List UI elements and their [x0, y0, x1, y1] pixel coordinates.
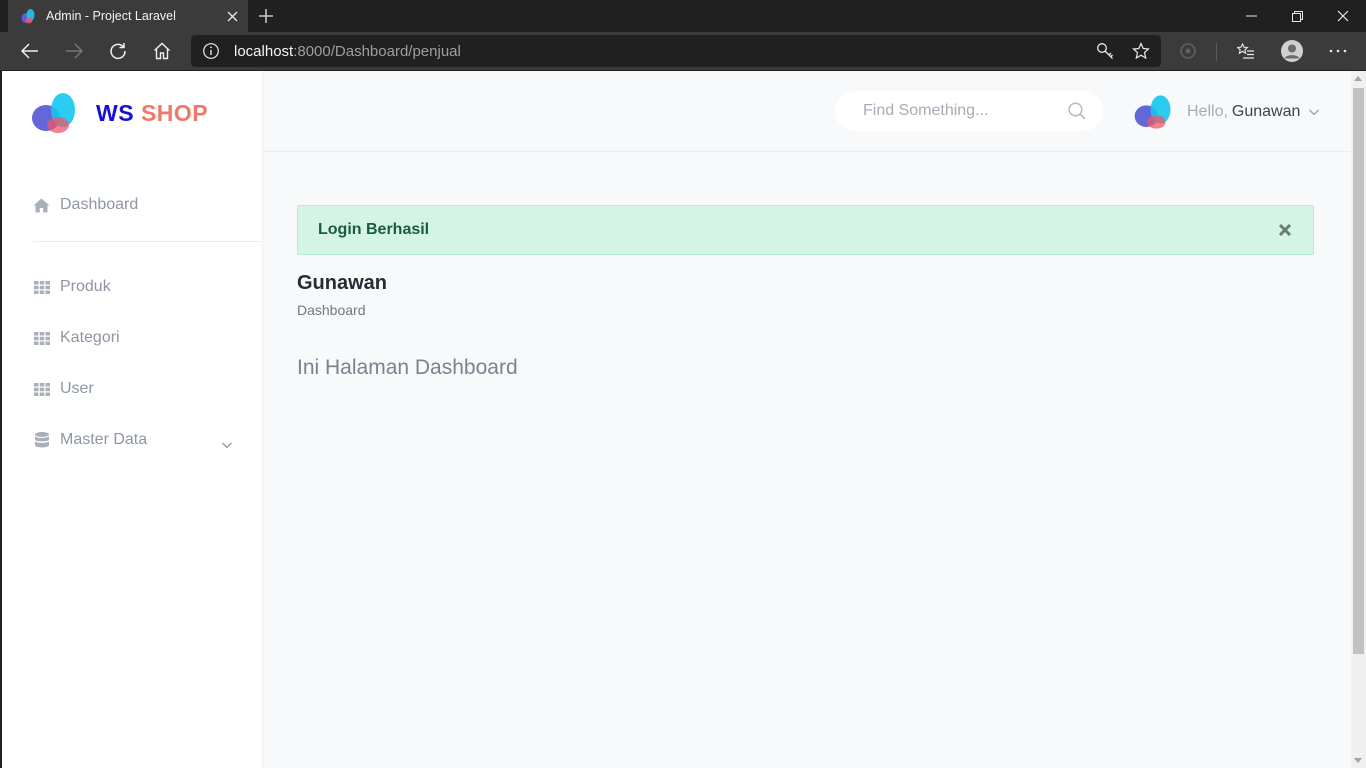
brand-logo[interactable]: WS SHOP: [30, 93, 208, 133]
home-icon: [33, 197, 50, 214]
scroll-up-arrow-icon[interactable]: [1354, 76, 1362, 81]
page-scrollbar[interactable]: [1351, 71, 1366, 768]
sidebar-divider: [33, 241, 261, 242]
butterfly-logo-icon: [32, 93, 75, 133]
search-input[interactable]: [863, 101, 1053, 121]
close-window-icon[interactable]: [1320, 0, 1366, 32]
grid-icon: [33, 330, 50, 347]
sidebar-item-label: Dashboard: [60, 196, 139, 213]
brand-name: WS SHOP: [96, 100, 208, 127]
page-title: Gunawan: [297, 272, 388, 294]
brand-shop: SHOP: [140, 99, 209, 126]
url-text[interactable]: localhost:8000/Dashboard/penjual: [234, 43, 461, 60]
close-tab-icon[interactable]: [224, 8, 240, 24]
brand-ws: WS: [96, 99, 135, 126]
more-options-icon[interactable]: [1322, 35, 1354, 67]
toolbar-separator: [1216, 43, 1217, 61]
url-path: :8000/Dashboard/penjual: [293, 43, 461, 60]
favorites-list-icon[interactable]: [1230, 35, 1262, 67]
browser-titlebar: Admin - Project Laravel: [0, 0, 1366, 32]
scroll-down-arrow-icon[interactable]: [1354, 758, 1362, 763]
sidebar-item-label: Produk: [60, 278, 111, 295]
grid-icon: [33, 381, 50, 398]
url-host: localhost: [234, 43, 294, 60]
info-icon[interactable]: [202, 42, 220, 60]
database-icon: [33, 432, 50, 449]
user-avatar: [1134, 95, 1171, 129]
tab-title: Admin - Project Laravel: [46, 9, 176, 23]
search-icon[interactable]: [1068, 102, 1086, 120]
extension-icon[interactable]: [1172, 35, 1204, 67]
sidebar-item-user[interactable]: User: [33, 380, 94, 398]
address-bar[interactable]: localhost:8000/Dashboard/penjual: [191, 35, 1161, 67]
scroll-thumb[interactable]: [1353, 88, 1364, 654]
back-arrow-icon[interactable]: [14, 35, 46, 67]
sidebar-item-dashboard[interactable]: Dashboard: [33, 196, 138, 214]
home-browser-icon[interactable]: [146, 35, 178, 67]
site-favicon-icon: [21, 9, 35, 24]
success-alert: Login Berhasil: [297, 205, 1314, 255]
user-greeting: Hello, Gunawan: [1187, 103, 1300, 121]
web-page: WS SHOP Dashboard Produk Kategori User M…: [2, 71, 1351, 768]
sidebar-item-label: User: [60, 380, 94, 397]
profile-avatar-icon[interactable]: [1276, 35, 1308, 67]
breadcrumb: Dashboard: [297, 302, 366, 318]
sidebar-item-master-data[interactable]: Master Data: [33, 431, 147, 449]
refresh-icon[interactable]: [102, 35, 134, 67]
chevron-down-icon[interactable]: [221, 439, 233, 451]
alert-message: Login Berhasil: [318, 221, 430, 238]
user-menu[interactable]: Hello, Gunawan: [1133, 93, 1320, 131]
close-icon[interactable]: [1277, 222, 1293, 238]
browser-toolbar: localhost:8000/Dashboard/penjual: [0, 32, 1366, 70]
greeting-username: Gunawan: [1231, 103, 1301, 120]
search-box: [835, 91, 1103, 131]
grid-icon: [33, 279, 50, 296]
sidebar-item-label: Master Data: [60, 431, 148, 448]
top-header: Hello,Gunawan: [263, 71, 1351, 152]
browser-tab[interactable]: Admin - Project Laravel: [8, 0, 248, 32]
key-icon[interactable]: [1095, 41, 1115, 61]
restore-icon[interactable]: [1274, 0, 1320, 32]
chevron-down-icon[interactable]: [1308, 106, 1320, 118]
forward-arrow-icon[interactable]: [58, 35, 90, 67]
sidebar-item-label: Kategori: [60, 329, 120, 346]
new-tab-icon[interactable]: [256, 6, 276, 26]
minimize-icon[interactable]: [1228, 0, 1274, 32]
sidebar-item-produk[interactable]: Produk: [33, 278, 111, 296]
star-icon[interactable]: [1131, 41, 1151, 61]
sidebar: WS SHOP Dashboard Produk Kategori User M…: [2, 71, 263, 768]
greeting-hello: Hello,: [1187, 103, 1228, 120]
page-content-text: Ini Halaman Dashboard: [297, 356, 518, 379]
sidebar-item-kategori[interactable]: Kategori: [33, 329, 120, 347]
